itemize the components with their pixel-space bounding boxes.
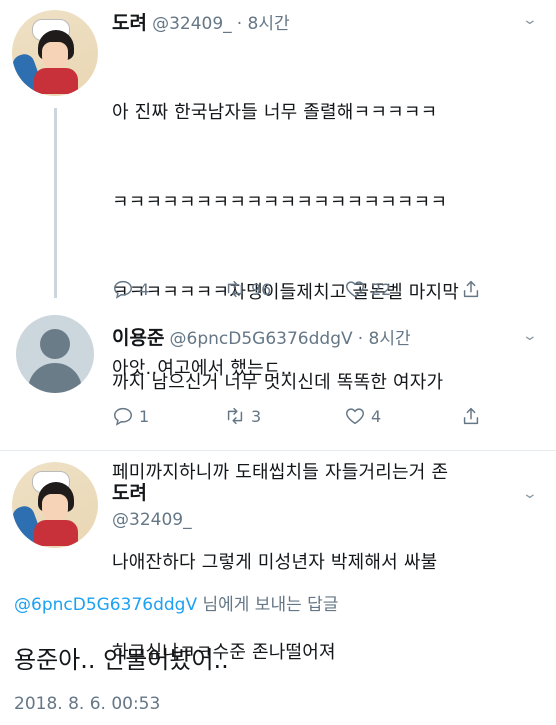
tweet-text-line: 아 진짜 한국남자들 너무 졸렬해ㅋㅋㅋㅋㅋ: [112, 102, 438, 123]
retweet-icon: [227, 280, 243, 298]
share-icon: [463, 407, 479, 425]
reply-icon: [114, 280, 132, 299]
tweet-time[interactable]: · 8시간: [237, 14, 290, 34]
reply-icon: [114, 407, 132, 426]
tweet1-header: 도려 @32409_ · 8시간: [112, 8, 290, 35]
username-handle[interactable]: @32409_: [152, 14, 232, 34]
chevron-down-icon[interactable]: ⌄: [522, 12, 538, 28]
retweet-button[interactable]: 3: [224, 405, 261, 427]
reply-context: @6pncD5G6376ddgV 님에게 보내는 답글: [14, 590, 338, 615]
avatar[interactable]: [16, 315, 94, 393]
avatar[interactable]: [12, 462, 98, 548]
username-handle[interactable]: @32409_: [112, 510, 192, 530]
like-count: 4: [371, 406, 382, 426]
username-handle[interactable]: @6pncD5G6376ddgV: [170, 329, 353, 349]
retweet-icon: [227, 407, 243, 425]
tweet2-text: 아앗..여고에서 했는ㄷ..: [112, 358, 293, 379]
reply-count: 4: [139, 279, 150, 299]
share-button[interactable]: [460, 278, 482, 300]
retweet-button[interactable]: 96: [224, 278, 271, 300]
like-button[interactable]: 4: [344, 405, 381, 427]
reply-button[interactable]: 1: [112, 405, 149, 427]
tweet-timestamp[interactable]: 2018. 8. 6. 00:53: [14, 694, 160, 714]
display-name[interactable]: 도려: [112, 12, 147, 34]
avatar[interactable]: [12, 10, 98, 96]
share-icon: [463, 280, 479, 298]
tweet-divider: [0, 450, 556, 451]
retweet-count: 96: [251, 279, 272, 299]
retweet-count: 3: [251, 406, 262, 426]
like-button[interactable]: 22: [344, 278, 391, 300]
display-name[interactable]: 도려: [112, 478, 147, 505]
tweet-time[interactable]: · 8시간: [358, 329, 411, 349]
chevron-down-icon[interactable]: ⌄: [522, 486, 538, 502]
tweet-text-line: 페미까지하니까 도태씹치들 자들거리는거 존: [112, 462, 449, 483]
heart-icon: [346, 281, 364, 298]
reply-count: 1: [139, 406, 150, 426]
tweet2-header: 이용준 @6pncD5G6376ddgV · 8시간: [112, 323, 411, 350]
thread-connector-line: [54, 108, 57, 298]
heart-icon: [346, 408, 364, 425]
share-button[interactable]: [460, 405, 482, 427]
chevron-down-icon[interactable]: ⌄: [522, 328, 538, 344]
like-count: 22: [371, 279, 392, 299]
tweet3-text: 용준아.. 안물어봤어..: [14, 646, 229, 674]
reply-to-label: 님에게 보내는 답글: [197, 595, 339, 615]
tweet-text-line: 나애잔하다 그렇게 미성년자 박제해서 싸불: [112, 552, 438, 573]
reply-button[interactable]: 4: [112, 278, 149, 300]
reply-to-link[interactable]: @6pncD5G6376ddgV: [14, 595, 197, 615]
display-name[interactable]: 이용준: [112, 327, 164, 349]
tweet-text-line: ㅋㅋㅋㅋㅋㅋㅋ자댕이들제치고 골든벨 마지막: [112, 282, 460, 303]
tweet-text-line: ㅋㅋㅋㅋㅋㅋㅋㅋㅋㅋㅋㅋㅋㅋㅋㅋㅋㅋㅋㅋ: [112, 192, 448, 213]
